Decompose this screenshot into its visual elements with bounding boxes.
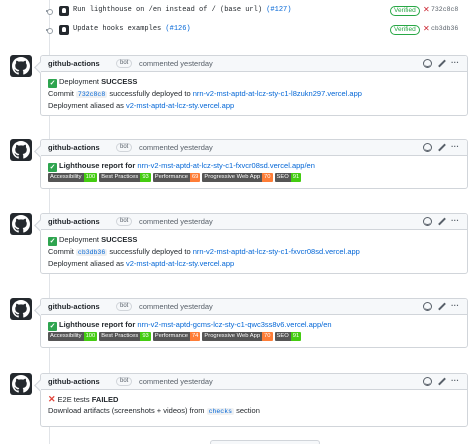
score-badge[interactable]: Performance 74: [152, 332, 201, 341]
score-badge[interactable]: Accessibility 100: [48, 332, 98, 341]
commit-sha[interactable]: cb3db36: [431, 25, 458, 32]
more-icon[interactable]: ···: [451, 59, 460, 68]
comment-header: github-actions bot commented yesterday ·…: [41, 299, 467, 315]
pencil-icon[interactable]: [437, 302, 446, 311]
deployment-link[interactable]: nrn-v2-mst-aptd-at-lcz-sty-c1-l8zukn297.…: [193, 89, 362, 98]
comment-box: github-actions bot commented yesterday ·…: [40, 139, 468, 189]
more-icon[interactable]: ···: [451, 377, 460, 386]
comment-box: github-actions bot commented yesterday ·…: [40, 213, 468, 274]
score-badge[interactable]: Progressive Web App 70: [202, 332, 273, 341]
pencil-icon[interactable]: [437, 217, 446, 226]
github-logo-icon: [12, 215, 30, 233]
score-badge[interactable]: Best Practices 93: [99, 173, 151, 182]
commit-sha[interactable]: 732c8c8: [431, 6, 458, 13]
commit-row: Run lighthouse on /en instead of / (base…: [0, 3, 474, 19]
alias-link[interactable]: v2-mst-aptd-at-lcz-sty.vercel.app: [126, 259, 234, 268]
commit-icon: [45, 7, 53, 15]
avatar[interactable]: [59, 6, 69, 16]
lighthouse-report-link[interactable]: nrn-v2-mst-aptd-gcms-lcz-sty-c1-qwc3ss8v…: [137, 320, 331, 329]
comment-body: ✓ Lighthouse report for nrn-v2-mst-aptd-g…: [41, 315, 467, 347]
commit-icon: [45, 26, 53, 34]
commit-sha-link[interactable]: cb3db36: [75, 249, 108, 256]
comment-timestamp[interactable]: commented yesterday: [139, 302, 213, 311]
comment-header: github-actions bot commented yesterday ·…: [41, 140, 467, 156]
avatar[interactable]: [10, 213, 32, 235]
commit-message[interactable]: Update hooks examples (#126): [73, 25, 191, 33]
check-icon: ✓: [48, 237, 57, 246]
smiley-icon[interactable]: [423, 217, 432, 226]
pr-link[interactable]: (#127): [266, 6, 291, 14]
commit-row: Update hooks examples (#126) Verified ✕ …: [0, 22, 474, 38]
pencil-icon[interactable]: [437, 143, 446, 152]
avatar[interactable]: [59, 25, 69, 35]
more-icon[interactable]: ···: [451, 302, 460, 311]
cross-icon: ✕: [48, 394, 56, 404]
author-name[interactable]: github-actions: [48, 59, 100, 68]
smiley-icon[interactable]: [423, 143, 432, 152]
checks-link[interactable]: checks: [206, 408, 235, 415]
check-icon: ✓: [48, 79, 57, 88]
comment-body: ✓ Lighthouse report for nrn-v2-mst-aptd-a…: [41, 156, 467, 188]
x-icon[interactable]: ✕: [423, 5, 430, 14]
pencil-icon[interactable]: [437, 59, 446, 68]
commit-message[interactable]: Run lighthouse on /en instead of / (base…: [73, 6, 291, 14]
author-name[interactable]: github-actions: [48, 377, 100, 386]
pr-link[interactable]: (#126): [165, 25, 190, 33]
deployment-link[interactable]: nrn-v2-mst-aptd-at-lcz-sty-c1-fxvcr08sd.…: [193, 247, 360, 256]
commit-sha-link[interactable]: 732c8c8: [75, 91, 108, 98]
verified-badge[interactable]: Verified: [390, 25, 420, 35]
bot-label: bot: [116, 377, 133, 386]
comment-body: ✓ Deployment SUCCESS Commit 732c8c8 succe…: [48, 77, 362, 110]
more-icon[interactable]: ···: [451, 217, 460, 226]
comment-box: github-actions bot commented yesterday ·…: [40, 298, 468, 348]
avatar[interactable]: [10, 373, 32, 395]
badge-row: Accessibility 100 Best Practices 93 Performa…: [48, 173, 460, 183]
score-badge[interactable]: Best Practices 93: [99, 332, 151, 341]
lighthouse-report-link[interactable]: nrn-v2-mst-aptd-at-lcz-sty-c1-fxvcr08sd.…: [137, 161, 315, 170]
more-icon[interactable]: ···: [451, 143, 460, 152]
alias-link[interactable]: v2-mst-aptd-at-lcz-sty.vercel.app: [126, 101, 234, 110]
comment-timestamp[interactable]: commented yesterday: [139, 59, 213, 68]
score-badge[interactable]: Performance 69: [152, 173, 201, 182]
x-icon[interactable]: ✕: [423, 24, 430, 33]
comment-box: github-actions bot commented yesterday ·…: [40, 373, 468, 427]
author-name[interactable]: github-actions: [48, 302, 100, 311]
check-icon: ✓: [48, 322, 57, 331]
bot-label: bot: [116, 59, 133, 68]
github-logo-icon: [12, 375, 30, 393]
comment-header: github-actions bot commented yesterday ·…: [41, 56, 467, 72]
avatar[interactable]: [10, 55, 32, 77]
comment-timestamp[interactable]: commented yesterday: [139, 217, 213, 226]
score-badge[interactable]: Accessibility 100: [48, 173, 98, 182]
avatar[interactable]: [10, 298, 32, 320]
score-badge[interactable]: SEO 91: [274, 332, 302, 341]
smiley-icon[interactable]: [423, 59, 432, 68]
score-badge[interactable]: Progressive Web App 70: [202, 173, 273, 182]
bot-label: bot: [116, 302, 133, 311]
bot-label: bot: [116, 217, 133, 226]
author-name[interactable]: github-actions: [48, 143, 100, 152]
comment-header: github-actions bot commented yesterday ·…: [41, 214, 467, 230]
smiley-icon[interactable]: [423, 377, 432, 386]
github-logo-icon: [12, 300, 30, 318]
comment-box: github-actions bot commented yesterday ·…: [40, 55, 468, 116]
smiley-icon[interactable]: [423, 302, 432, 311]
comment-body: ✕ E2E tests FAILED Download artifacts (sc…: [48, 394, 260, 415]
avatar[interactable]: [10, 139, 32, 161]
check-icon: ✓: [48, 163, 57, 172]
bot-label: bot: [116, 143, 133, 152]
pencil-icon[interactable]: [437, 377, 446, 386]
comment-timestamp[interactable]: commented yesterday: [139, 377, 213, 386]
comment-header: github-actions bot commented yesterday ·…: [41, 374, 467, 390]
badge-row: Accessibility 100 Best Practices 93 Performa…: [48, 332, 460, 342]
author-name[interactable]: github-actions: [48, 217, 100, 226]
score-badge[interactable]: SEO 91: [274, 173, 302, 182]
github-logo-icon: [12, 57, 30, 75]
verified-badge[interactable]: Verified: [390, 6, 420, 16]
comment-timestamp[interactable]: commented yesterday: [139, 143, 213, 152]
timeline-next-item: [210, 440, 320, 444]
github-logo-icon: [12, 141, 30, 159]
comment-body: ✓ Deployment SUCCESS Commit cb3db36 succe…: [48, 235, 360, 268]
